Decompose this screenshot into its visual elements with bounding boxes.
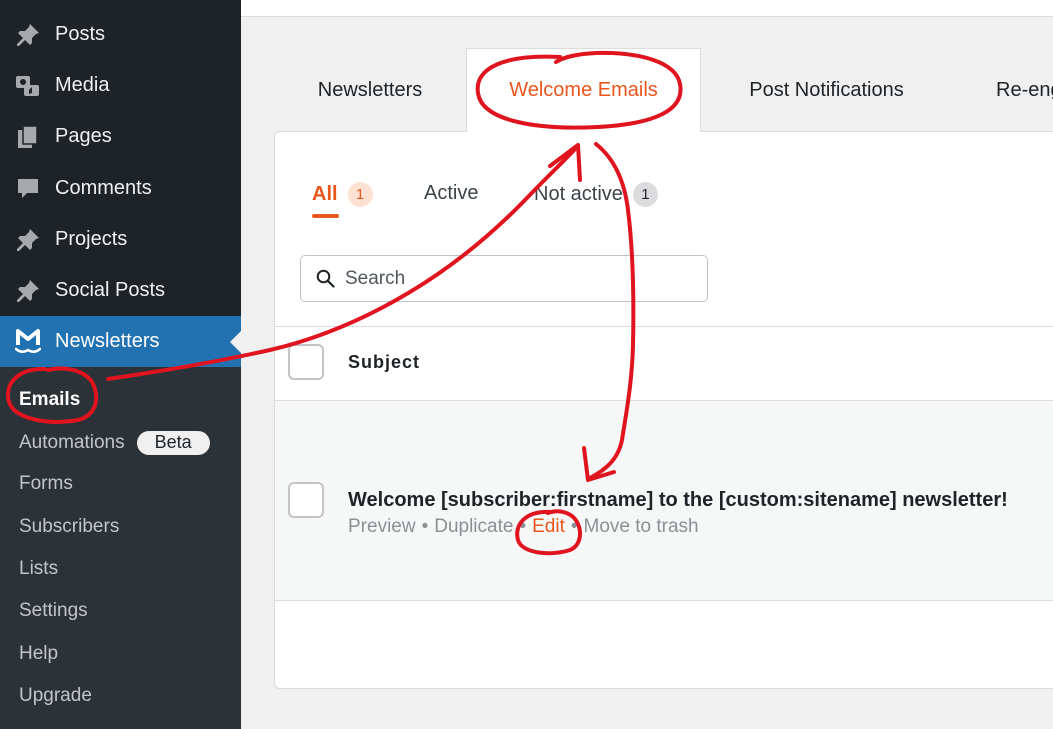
pin-icon [15, 227, 41, 253]
filter-label: Active [424, 182, 479, 204]
submenu-item-automations[interactable]: Automations Beta [19, 431, 210, 455]
filter-label: Not active [534, 183, 623, 205]
active-filter-underline [312, 214, 339, 218]
newsletters-submenu: Emails Automations Beta Forms Subscribers… [0, 367, 241, 729]
separator: • [570, 516, 578, 537]
submenu-item-emails[interactable]: Emails [19, 389, 80, 411]
duplicate-link[interactable]: Duplicate [434, 516, 513, 537]
select-all-checkbox[interactable] [288, 344, 324, 380]
tab-re-engagement[interactable]: Re-eng [996, 48, 1053, 132]
search-input[interactable] [345, 264, 695, 293]
submenu-item-subscribers[interactable]: Subscribers [19, 516, 119, 538]
count-badge: 1 [632, 182, 658, 207]
pages-icon [15, 124, 41, 150]
tab-post-notifications[interactable]: Post Notifications [725, 48, 928, 132]
menu-item-label: Posts [55, 23, 106, 45]
menu-item-label: Pages [55, 125, 112, 147]
menu-item-label: Media [55, 74, 110, 96]
submenu-item-help[interactable]: Help [19, 643, 58, 665]
media-icon [15, 73, 41, 99]
move-to-trash-link[interactable]: Move to trash [584, 516, 699, 537]
filter-label: All [312, 183, 338, 205]
search-box [300, 255, 708, 302]
separator: • [421, 516, 429, 537]
separator: • [519, 516, 527, 537]
row-checkbox[interactable] [288, 482, 324, 518]
count-badge: 1 [347, 182, 373, 207]
tab-newsletters[interactable]: Newsletters [296, 48, 444, 132]
filter-not-active[interactable]: Not active 1 [534, 182, 658, 207]
menu-item-social-posts[interactable]: Social Posts [0, 265, 241, 316]
submenu-item-settings[interactable]: Settings [19, 600, 88, 622]
search-icon [316, 269, 335, 293]
beta-badge: Beta [136, 431, 210, 455]
menu-item-comments[interactable]: Comments [0, 163, 241, 214]
pin-icon [15, 278, 41, 304]
menu-item-projects[interactable]: Projects [0, 214, 241, 265]
comment-icon [15, 176, 41, 202]
submenu-item-upgrade[interactable]: Upgrade [19, 685, 92, 707]
top-header-strip [241, 0, 1053, 17]
menu-item-pages[interactable]: Pages [0, 111, 241, 162]
email-subject[interactable]: Welcome [subscriber:firstname] to the [c… [348, 489, 1008, 512]
preview-link[interactable]: Preview [348, 516, 416, 537]
filter-active[interactable]: Active [424, 182, 478, 205]
column-header-subject[interactable]: Subject [348, 352, 420, 373]
tab-welcome-emails[interactable]: Welcome Emails [466, 48, 701, 132]
menu-item-label: Comments [55, 177, 152, 199]
menu-item-label: Newsletters [55, 330, 160, 352]
menu-item-posts[interactable]: Posts [0, 9, 241, 60]
menu-item-newsletters[interactable]: Newsletters [0, 316, 241, 367]
mailpoet-logo-icon [15, 329, 41, 355]
menu-item-label: Projects [55, 228, 128, 250]
menu-item-media[interactable]: Media [0, 60, 241, 111]
submenu-item-forms[interactable]: Forms [19, 473, 73, 495]
pin-icon [15, 22, 41, 48]
admin-sidebar: Posts Media Pages Comments Projects Soci… [0, 0, 241, 729]
submenu-item-lists[interactable]: Lists [19, 558, 58, 580]
edit-link[interactable]: Edit [532, 516, 565, 537]
filter-all[interactable]: All 1 [312, 182, 373, 218]
menu-item-label: Social Posts [55, 279, 166, 301]
row-actions: Preview • Duplicate • Edit • Move to trash [348, 516, 699, 538]
submenu-item-label: Automations [19, 432, 125, 453]
